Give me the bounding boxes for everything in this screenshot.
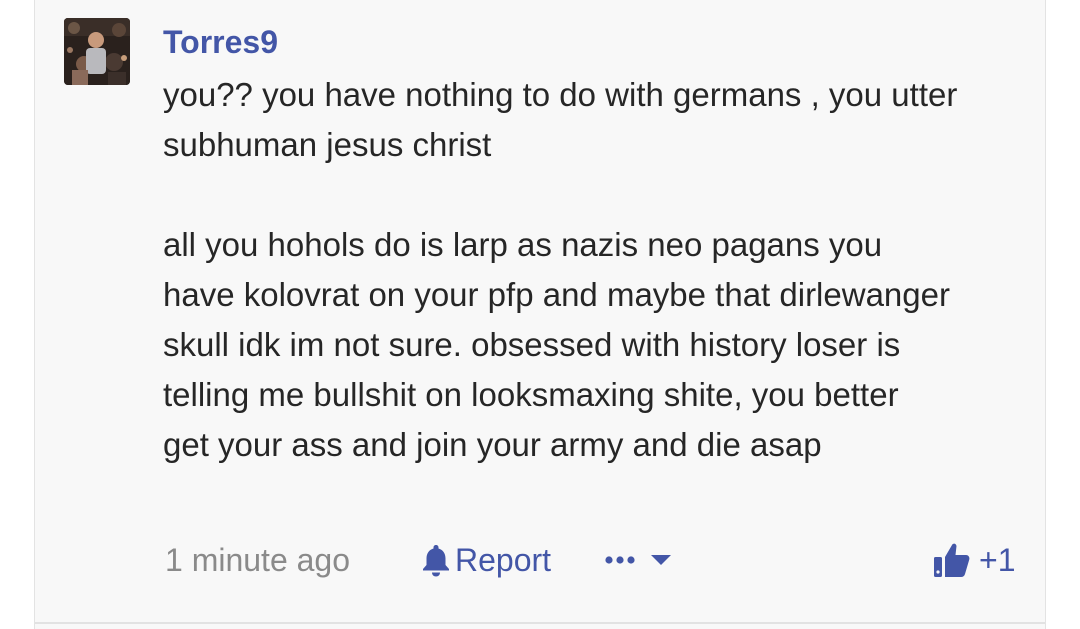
upvote-button[interactable]: +1 xyxy=(933,536,1015,584)
thumbs-up-icon xyxy=(934,543,970,577)
comment-paragraph: all you hohols do is larp as nazis neo p… xyxy=(163,226,950,463)
more-options-button[interactable] xyxy=(605,536,673,584)
bell-icon xyxy=(423,545,449,577)
comment-body: you?? you have nothing to do with german… xyxy=(163,70,1033,470)
report-label: Report xyxy=(455,542,552,578)
comment-author[interactable]: Torres9 xyxy=(163,22,278,62)
report-button[interactable]: Report xyxy=(421,536,551,584)
comment-paragraph: you?? you have nothing to do with german… xyxy=(163,76,958,163)
comment-footer: 1 minute ago Report +1 xyxy=(165,536,1025,584)
comment-timestamp[interactable]: 1 minute ago xyxy=(165,536,350,584)
caret-down-icon xyxy=(651,555,671,565)
ellipsis-icon xyxy=(605,556,635,564)
card-divider xyxy=(35,622,1045,624)
user-avatar[interactable] xyxy=(64,18,130,85)
avatar-image xyxy=(64,18,130,85)
comment-card: Torres9 you?? you have nothing to do wit… xyxy=(34,0,1046,629)
vote-count: +1 xyxy=(979,542,1016,578)
